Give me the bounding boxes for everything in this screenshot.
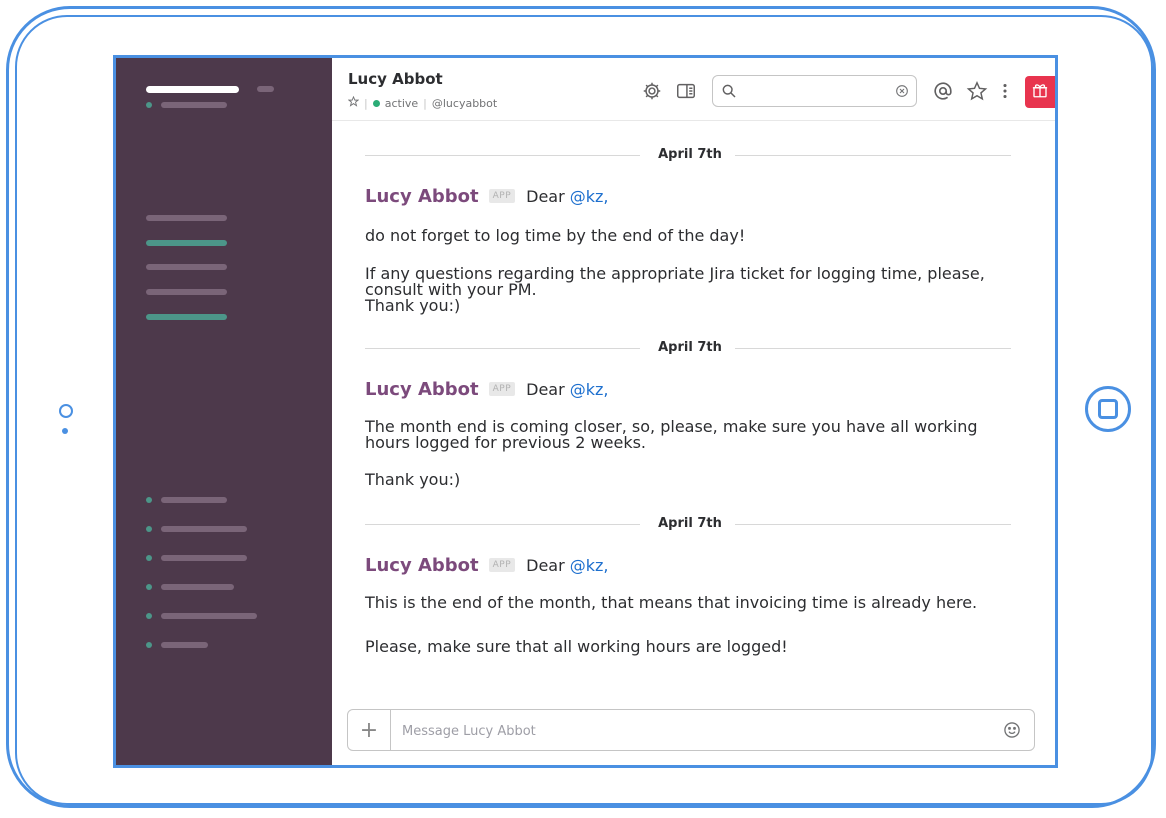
home-square-icon: [1098, 399, 1118, 419]
date-divider: April 7th: [365, 338, 1011, 358]
more-vertical-icon[interactable]: [994, 80, 1016, 102]
message-text: Thank you:): [365, 470, 461, 489]
presence-dot: [146, 497, 152, 503]
message-header: Lucy Abbot APP Dear @kz,: [365, 184, 1005, 208]
presence-dot: [146, 555, 152, 561]
user-mention[interactable]: @kz,: [570, 556, 609, 575]
user-mention[interactable]: @kz,: [570, 380, 609, 399]
message: Lucy Abbot APP Dear @kz, This is the end…: [365, 553, 1005, 673]
sensor-dot: [62, 428, 68, 434]
message: Lucy Abbot APP Dear @kz, do not forget t…: [365, 184, 1005, 324]
presence-dot: [146, 613, 152, 619]
divider-line: [735, 524, 1011, 525]
home-button[interactable]: [1085, 386, 1131, 432]
message-text: This is the end of the month, that means…: [365, 593, 978, 612]
date-label[interactable]: April 7th: [650, 516, 730, 531]
meta-separator: |: [423, 96, 427, 110]
direct-message-item[interactable]: [161, 555, 247, 561]
user-mention[interactable]: @kz,: [570, 187, 609, 206]
app-badge: APP: [488, 558, 516, 572]
search-icon: [721, 83, 737, 103]
date-divider: April 7th: [365, 145, 1011, 165]
gift-icon: [1031, 81, 1049, 103]
presence-dot: [146, 642, 152, 648]
meta-separator: |: [364, 96, 368, 110]
mention-icon[interactable]: [932, 80, 954, 102]
sidebar: [116, 58, 332, 765]
clear-icon[interactable]: [894, 83, 910, 103]
direct-message-item[interactable]: [161, 613, 257, 619]
divider-line: [365, 155, 640, 156]
message-text: Please, make sure that all working hours…: [365, 637, 788, 656]
message-input[interactable]: [400, 720, 964, 742]
divider-line: [735, 348, 1011, 349]
message-header: Lucy Abbot APP Dear @kz,: [365, 377, 1005, 401]
message: Lucy Abbot APP Dear @kz, The month end i…: [365, 377, 1005, 497]
star-icon[interactable]: [966, 80, 988, 102]
direct-message-item[interactable]: [161, 642, 208, 648]
message-author[interactable]: Lucy Abbot: [365, 186, 479, 207]
camera-icon: [59, 404, 73, 418]
divider-line: [365, 524, 640, 525]
workspace-menu-placeholder[interactable]: [257, 86, 274, 92]
message-text: do not forget to log time by the end of …: [365, 226, 746, 245]
user-handle: @lucyabbot: [431, 96, 498, 110]
sidebar-toggle-icon[interactable]: [675, 80, 697, 102]
date-divider: April 7th: [365, 514, 1011, 534]
app-badge: APP: [488, 189, 516, 203]
message-greeting: Dear: [526, 186, 565, 206]
direct-message-item[interactable]: [161, 584, 234, 590]
status-text: active: [384, 96, 419, 110]
user-name-placeholder: [161, 102, 227, 108]
message-text: If any questions regarding the appropria…: [365, 264, 985, 299]
star-icon[interactable]: [347, 95, 360, 110]
attach-button[interactable]: +: [348, 710, 391, 750]
message-greeting: Dear: [526, 555, 565, 575]
message-composer: +: [347, 709, 1035, 751]
presence-dot: [146, 584, 152, 590]
gear-icon[interactable]: [641, 80, 663, 102]
message-header: Lucy Abbot APP Dear @kz,: [365, 553, 1005, 577]
message-greeting: Dear: [526, 379, 565, 399]
app-screen: Lucy Abbot | active | @lucyabbot April 7…: [113, 55, 1058, 768]
workspace-name-placeholder[interactable]: [146, 86, 239, 93]
active-status-dot: [372, 99, 380, 107]
search-box[interactable]: [712, 75, 917, 107]
direct-message-item[interactable]: [161, 497, 227, 503]
emoji-icon[interactable]: [1002, 720, 1022, 740]
sidebar-item[interactable]: [146, 240, 227, 246]
channel-meta: | active | @lucyabbot: [347, 95, 498, 110]
plus-icon: +: [359, 717, 379, 743]
message-author[interactable]: Lucy Abbot: [365, 379, 479, 400]
sidebar-item[interactable]: [146, 314, 227, 320]
presence-dot: [146, 102, 152, 108]
message-text: The month end is coming closer, so, plea…: [365, 417, 978, 452]
sidebar-item[interactable]: [146, 289, 227, 295]
message-list: April 7th Lucy Abbot APP Dear @kz, do no…: [332, 120, 1055, 691]
divider-line: [365, 348, 640, 349]
channel-title: Lucy Abbot: [348, 70, 443, 88]
main-panel: Lucy Abbot | active | @lucyabbot April 7…: [332, 58, 1055, 765]
message-text: Thank you:): [365, 296, 461, 315]
direct-message-item[interactable]: [161, 526, 247, 532]
search-input[interactable]: [741, 81, 885, 103]
sidebar-item[interactable]: [146, 264, 227, 270]
date-label[interactable]: April 7th: [650, 147, 730, 162]
date-label[interactable]: April 7th: [650, 340, 730, 355]
divider-line: [735, 155, 1011, 156]
app-badge: APP: [488, 382, 516, 396]
message-author[interactable]: Lucy Abbot: [365, 555, 479, 576]
gift-button[interactable]: [1025, 76, 1055, 108]
sidebar-item[interactable]: [146, 215, 227, 221]
channel-header: Lucy Abbot | active | @lucyabbot: [332, 58, 1055, 121]
presence-dot: [146, 526, 152, 532]
